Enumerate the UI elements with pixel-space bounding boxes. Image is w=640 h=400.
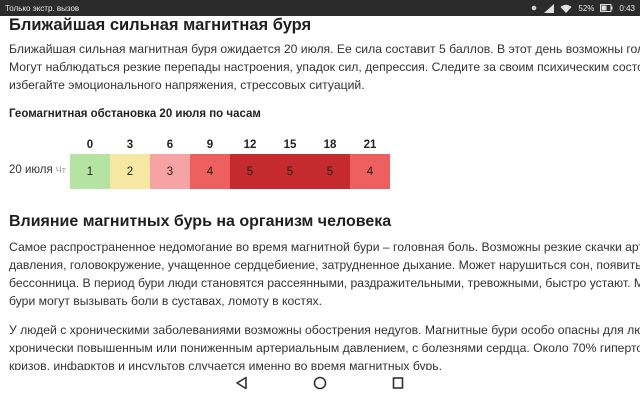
navigation-bar (0, 370, 640, 400)
back-button[interactable] (227, 373, 257, 397)
geo-hour-label: 15 (283, 139, 297, 151)
geo-level-cell: 3 (150, 154, 190, 189)
geo-date-label: 20 июля Чт (9, 164, 66, 176)
section-paragraph-2: У людей с хроническими заболеваниями воз… (9, 321, 640, 370)
intro-line: Ближайшая сильная магнитная буря ожидает… (9, 42, 640, 56)
status-left-text: Только экстр. вызов (5, 3, 80, 13)
geo-hour-label: 21 (363, 139, 377, 151)
section-p1-line: Самое распространенное недомогание во вр… (9, 240, 640, 254)
geo-hour-label: 12 (243, 139, 257, 151)
geo-cells-row: 1 2 3 4 5 5 5 4 (70, 154, 390, 189)
geo-level-cell: 5 (230, 154, 270, 189)
article-title: Ближайшая сильная магнитная буря (9, 16, 312, 34)
battery-icon (600, 4, 613, 12)
section-p1-line: бессонница. В период бури люди становятс… (9, 276, 640, 290)
geo-level-cell: 1 (70, 154, 110, 189)
geo-level-cell: 2 (110, 154, 150, 189)
geo-date: 20 июля (9, 164, 53, 176)
section-p1-line: давления, головокружение, учащенное серд… (9, 258, 640, 272)
intro-line: избегайте эмоционального напряжения, стр… (9, 78, 365, 92)
geo-level-cell: 5 (310, 154, 350, 189)
geo-level-cell: 4 (350, 154, 390, 189)
section-p2-line: кризов, инфарктов и инсультов случается … (9, 359, 442, 370)
status-time: 0:43 (619, 3, 635, 13)
wifi-icon (560, 4, 572, 13)
geo-hour-label: 3 (126, 139, 134, 151)
section-p1-line: бури могут вызывать боли в суставах, лом… (9, 294, 323, 308)
intro-line: Могут наблюдаться резкие перепады настро… (9, 60, 640, 74)
geo-level-cell: 5 (270, 154, 310, 189)
geo-hours-row: 0 3 6 9 12 15 18 21 (70, 139, 390, 151)
geo-hour-label: 9 (206, 139, 214, 151)
article-content[interactable]: Ближайшая сильная магнитная буря Ближайш… (0, 16, 640, 370)
status-right-group: 52% 0:43 (530, 3, 635, 13)
geo-hour-label: 6 (166, 139, 174, 151)
section-p2-line: хронически повышенным или пониженным арт… (9, 341, 640, 355)
status-bar: Только экстр. вызов 52% 0:43 (0, 0, 640, 16)
back-icon (235, 376, 249, 395)
geo-level-cell: 4 (190, 154, 230, 189)
geo-weekday: Чт (55, 165, 66, 175)
section-paragraph-1: Самое распространенное недомогание во вр… (9, 238, 640, 310)
signal-icon (544, 3, 555, 13)
intro-paragraph: Ближайшая сильная магнитная буря ожидает… (9, 40, 640, 94)
battery-percent: 52% (578, 3, 595, 13)
home-icon (313, 376, 327, 395)
recents-icon (391, 376, 405, 395)
recents-button[interactable] (383, 373, 413, 397)
section-heading: Влияние магнитных бурь на организм челов… (9, 213, 392, 230)
geo-hour-label: 18 (323, 139, 337, 151)
geo-hour-label: 0 (86, 139, 94, 151)
section-p2-line: У людей с хроническими заболеваниями воз… (9, 323, 640, 337)
notification-dot-icon (530, 4, 538, 12)
geo-heading: Геомагнитная обстановка 20 июля по часам (9, 108, 261, 120)
home-button[interactable] (305, 373, 335, 397)
